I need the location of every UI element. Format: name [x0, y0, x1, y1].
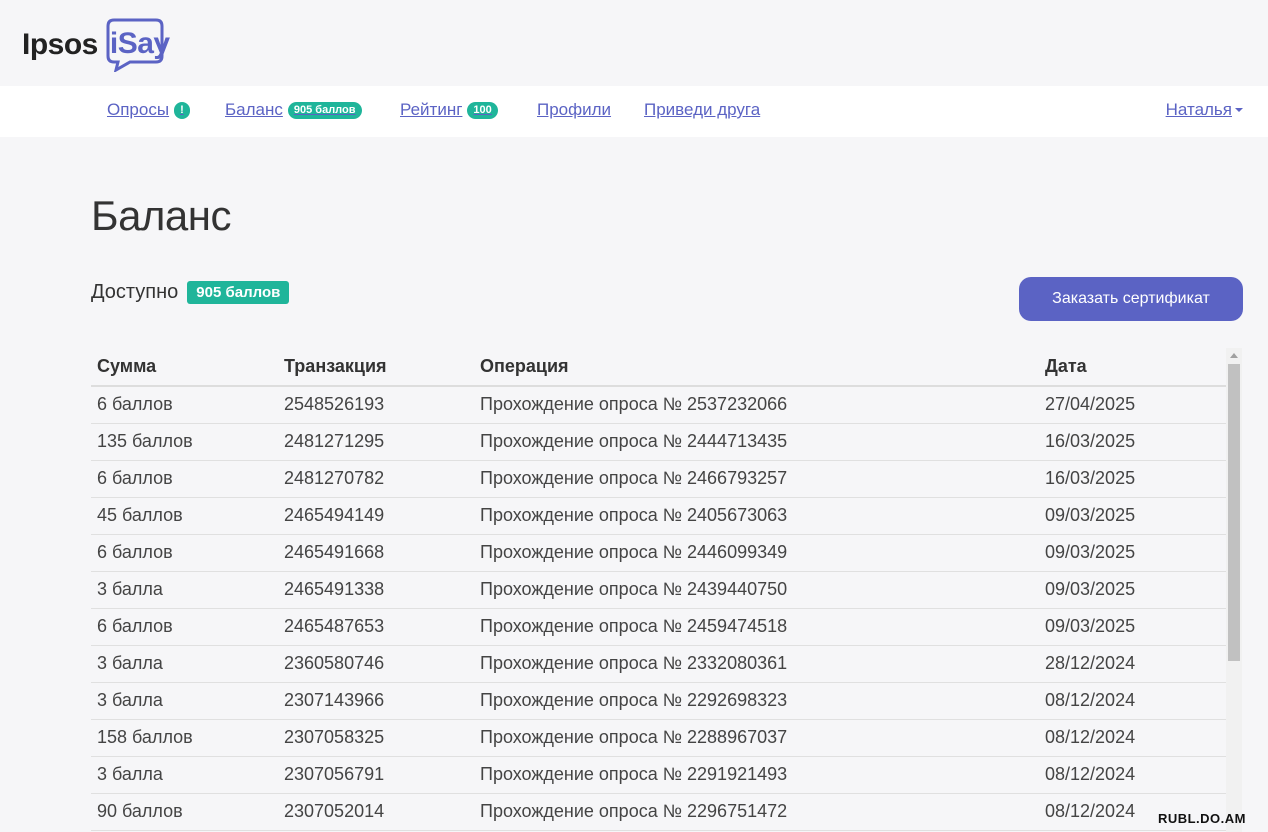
nav-profiles-label: Профили: [537, 100, 612, 119]
rating-badge: 100: [467, 101, 498, 119]
cell-operation: Прохождение опроса № 2459474518: [474, 608, 1039, 646]
balance-badge: 905 баллов: [287, 101, 362, 119]
cell-transaction: 2465487653: [278, 608, 474, 646]
table-row: 158 баллов 2307058325 Прохождение опроса №…: [91, 719, 1226, 757]
nav-rating[interactable]: Рейтинг 100: [400, 100, 498, 120]
cell-date: 09/03/2025: [1039, 534, 1226, 572]
nav-surveys-label: Опросы: [107, 100, 170, 119]
cell-sum: 6 баллов: [91, 608, 278, 646]
nav-rating-label: Рейтинг: [400, 100, 463, 119]
cell-transaction: 2307143966: [278, 682, 474, 720]
nav-surveys[interactable]: Опросы !: [107, 100, 190, 120]
surveys-alert-badge: !: [174, 101, 190, 119]
ipsos-isay-logo[interactable]: Ipsos iSay: [22, 17, 170, 73]
available-badge: 905 баллов: [187, 281, 290, 304]
cell-transaction: 2307058325: [278, 719, 474, 757]
cell-operation: Прохождение опроса № 2537232066: [474, 386, 1039, 424]
table-header-row: Сумма Транзакция Операция Дата: [91, 348, 1226, 387]
header: Ipsos iSay: [0, 0, 1268, 86]
cell-operation: Прохождение опроса № 2466793257: [474, 460, 1039, 498]
cell-transaction: 2360580746: [278, 645, 474, 683]
table-row: 3 балла 2360580746 Прохождение опроса № 23…: [91, 645, 1226, 683]
table-row: 6 баллов 2465491668 Прохождение опроса № 2…: [91, 534, 1226, 572]
table-row: 6 баллов 2548526193 Прохождение опроса № 2…: [91, 386, 1226, 424]
cell-date: 09/03/2025: [1039, 571, 1226, 609]
transactions-table-container[interactable]: Сумма Транзакция Операция Дата 6 баллов 2…: [91, 348, 1243, 832]
scroll-thumb[interactable]: [1228, 364, 1240, 661]
cell-date: 28/12/2024: [1039, 645, 1226, 683]
cell-transaction: 2465491668: [278, 534, 474, 572]
cell-operation: Прохождение опроса № 2296751472: [474, 793, 1039, 831]
cell-transaction: 2465494149: [278, 497, 474, 535]
header-sum: Сумма: [91, 348, 278, 387]
cell-operation: Прохождение опроса № 2332080361: [474, 645, 1039, 683]
table-row: 135 баллов 2481271295 Прохождение опроса №…: [91, 423, 1226, 461]
cell-sum: 45 баллов: [91, 497, 278, 535]
cell-date: 16/03/2025: [1039, 423, 1226, 461]
cell-date: 08/12/2024: [1039, 719, 1226, 757]
cell-operation: Прохождение опроса № 2291921493: [474, 756, 1039, 794]
nav-invite-label: Приведи друга: [644, 100, 761, 119]
order-certificate-button[interactable]: Заказать сертификат: [1019, 277, 1243, 321]
cell-sum: 3 балла: [91, 571, 278, 609]
logo-isay-bubble: iSay: [106, 18, 170, 72]
cell-date: 27/04/2025: [1039, 386, 1226, 424]
transactions-table: Сумма Транзакция Операция Дата 6 баллов 2…: [91, 348, 1226, 831]
cell-sum: 6 баллов: [91, 386, 278, 424]
user-name: Наталья: [1165, 100, 1232, 119]
nav-balance[interactable]: Баланс 905 баллов: [225, 100, 362, 120]
cell-date: 09/03/2025: [1039, 608, 1226, 646]
cell-operation: Прохождение опроса № 2446099349: [474, 534, 1039, 572]
top-navbar: Опросы ! Баланс 905 баллов Рейтинг 100 П…: [0, 86, 1268, 137]
cell-operation: Прохождение опроса № 2405673063: [474, 497, 1039, 535]
logo-ipsos-text: Ipsos: [22, 28, 98, 61]
cell-sum: 3 балла: [91, 682, 278, 720]
cell-operation: Прохождение опроса № 2292698323: [474, 682, 1039, 720]
table-body: 6 баллов 2548526193 Прохождение опроса № 2…: [91, 386, 1226, 831]
nav-invite-friend[interactable]: Приведи друга: [644, 100, 760, 120]
cell-sum: 90 баллов: [91, 793, 278, 831]
cell-transaction: 2481270782: [278, 460, 474, 498]
table-row: 6 баллов 2465487653 Прохождение опроса № 2…: [91, 608, 1226, 646]
table-row: 3 балла 2307056791 Прохождение опроса № 22…: [91, 756, 1226, 794]
table-row: 90 баллов 2307052014 Прохождение опроса № …: [91, 793, 1226, 831]
cell-date: 08/12/2024: [1039, 682, 1226, 720]
cell-transaction: 2307052014: [278, 793, 474, 831]
cell-date: 16/03/2025: [1039, 460, 1226, 498]
cell-date: 09/03/2025: [1039, 497, 1226, 535]
cell-operation: Прохождение опроса № 2439440750: [474, 571, 1039, 609]
cell-transaction: 2307056791: [278, 756, 474, 794]
cell-operation: Прохождение опроса № 2444713435: [474, 423, 1039, 461]
available-balance: Доступно 905 баллов: [91, 281, 290, 304]
table-row: 3 балла 2465491338 Прохождение опроса № 24…: [91, 571, 1226, 609]
cell-sum: 158 баллов: [91, 719, 278, 757]
table-row: 45 баллов 2465494149 Прохождение опроса № …: [91, 497, 1226, 535]
cell-transaction: 2548526193: [278, 386, 474, 424]
cell-transaction: 2465491338: [278, 571, 474, 609]
cell-operation: Прохождение опроса № 2288967037: [474, 719, 1039, 757]
table-row: 6 баллов 2481270782 Прохождение опроса № 2…: [91, 460, 1226, 498]
scroll-up-icon[interactable]: [1230, 353, 1238, 358]
user-menu[interactable]: Наталья: [1166, 100, 1243, 120]
nav-profiles[interactable]: Профили: [537, 100, 611, 120]
header-date: Дата: [1039, 348, 1226, 387]
header-transaction: Транзакция: [278, 348, 474, 387]
header-operation: Операция: [474, 348, 1039, 387]
table-row: 3 балла 2307143966 Прохождение опроса № 22…: [91, 682, 1226, 720]
cell-sum: 135 баллов: [91, 423, 278, 461]
caret-down-icon: [1235, 108, 1243, 112]
cell-sum: 3 балла: [91, 756, 278, 794]
cell-sum: 6 баллов: [91, 534, 278, 572]
table-scrollbar[interactable]: [1226, 348, 1242, 832]
cell-sum: 6 баллов: [91, 460, 278, 498]
cell-transaction: 2481271295: [278, 423, 474, 461]
logo-isay-text: iSay: [109, 27, 170, 60]
cell-sum: 3 балла: [91, 645, 278, 683]
cell-date: 08/12/2024: [1039, 756, 1226, 794]
available-label: Доступно: [91, 281, 179, 303]
page-title: Баланс: [91, 192, 231, 239]
nav-balance-label: Баланс: [225, 100, 283, 119]
watermark: RUBL.DO.AM: [1157, 811, 1246, 826]
